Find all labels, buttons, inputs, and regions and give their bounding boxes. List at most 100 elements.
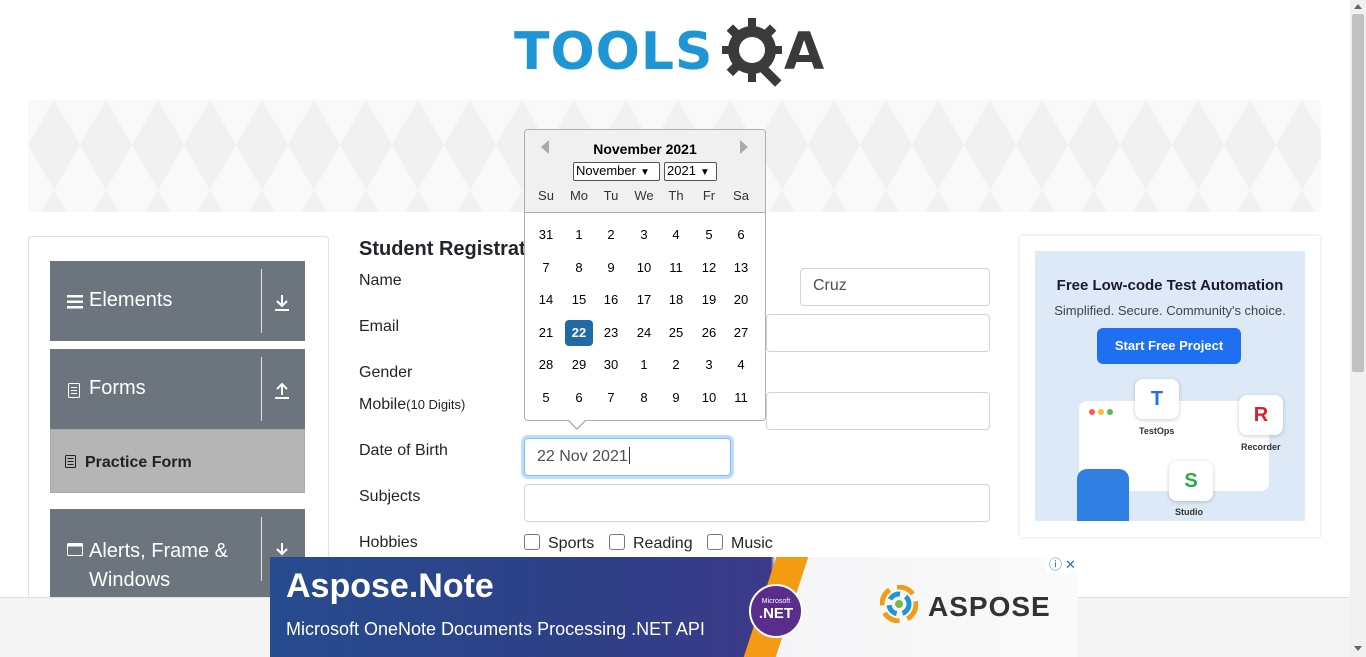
email-input[interactable] (766, 314, 990, 352)
checkbox[interactable] (707, 534, 723, 550)
calendar-day[interactable]: 1 (565, 222, 593, 248)
gender-label: Gender (359, 364, 413, 381)
subjects-input[interactable] (524, 484, 990, 522)
aspose-logo-icon (880, 585, 918, 623)
calendar-day[interactable]: 1 (630, 352, 658, 378)
mobile-hint: (10 Digits) (406, 397, 466, 412)
ad-aspose[interactable]: Aspose.Note Microsoft OneNote Documents … (270, 557, 1078, 657)
sidebar-group-elements[interactable]: Elements (50, 261, 305, 341)
mobile-label-text: Mobile (359, 396, 407, 413)
ad-choices[interactable]: ⓘ ✕ (1046, 557, 1078, 573)
form-icon (65, 455, 76, 468)
calendar-day[interactable]: 5 (532, 385, 560, 411)
calendar-day[interactable]: 9 (597, 255, 625, 281)
dot-icon (1098, 409, 1104, 415)
chevron-down-icon: ▼ (639, 167, 650, 178)
scroll-thumb[interactable] (1352, 14, 1364, 372)
hobby-sports[interactable]: Sports (524, 534, 594, 553)
calendar-day[interactable]: 16 (597, 287, 625, 313)
date-of-birth-input[interactable]: 22 Nov 2021 (524, 438, 731, 476)
sidebar-group-forms[interactable]: Forms (50, 349, 305, 429)
checkbox-label: Music (731, 535, 773, 552)
logo-text-tools: TOOLS (514, 22, 714, 82)
datepicker-current-month: November 2021 (593, 141, 697, 157)
calendar-day[interactable]: 22 (565, 320, 593, 346)
weekday-header: Su (538, 188, 554, 203)
calendar-day[interactable]: 10 (630, 255, 658, 281)
ad-katalon[interactable]: Free Low-code Test Automation Simplified… (1020, 236, 1320, 537)
hobby-music[interactable]: Music (707, 534, 773, 553)
calendar-day[interactable]: 9 (662, 385, 690, 411)
subjects-label: Subjects (359, 488, 421, 505)
toolsqa-logo[interactable]: TOOLS A (514, 14, 840, 92)
calendar-day[interactable]: 13 (727, 255, 755, 281)
calendar-day[interactable]: 5 (695, 222, 723, 248)
calendar-day[interactable]: 11 (727, 385, 755, 411)
calendar-day[interactable]: 3 (630, 222, 658, 248)
calendar-day[interactable]: 10 (695, 385, 723, 411)
calendar-day[interactable]: 7 (597, 385, 625, 411)
sidebar-group-label: Elements (89, 289, 173, 311)
calendar-day[interactable]: 15 (565, 287, 593, 313)
calendar-day[interactable]: 14 (532, 287, 560, 313)
calendar-day[interactable]: 8 (630, 385, 658, 411)
dot-icon (1089, 409, 1095, 415)
month-select[interactable]: November ▼ (573, 162, 660, 181)
calendar-day[interactable]: 25 (662, 320, 690, 346)
ad-content: Free Low-code Test Automation Simplified… (1035, 251, 1305, 521)
calendar-day[interactable]: 2 (662, 352, 690, 378)
sidebar-item-practice-form[interactable]: Practice Form (50, 429, 305, 493)
checkbox[interactable] (524, 534, 540, 550)
month-select-value: November (576, 163, 636, 178)
calendar-day[interactable]: 19 (695, 287, 723, 313)
calendar-day[interactable]: 18 (662, 287, 690, 313)
calendar-day[interactable]: 6 (565, 385, 593, 411)
calendar-day[interactable]: 24 (630, 320, 658, 346)
ad-subtitle: Microsoft OneNote Documents Processing .… (286, 619, 705, 639)
calendar-day[interactable]: 11 (662, 255, 690, 281)
ad-title: Aspose.Note (286, 567, 494, 605)
calendar-day[interactable]: 7 (532, 255, 560, 281)
calendar-day[interactable]: 29 (565, 352, 593, 378)
ad-start-button[interactable]: Start Free Project (1097, 328, 1241, 364)
dob-label: Date of Birth (359, 442, 448, 459)
year-select-value: 2021 (667, 163, 696, 178)
calendar-day[interactable]: 4 (662, 222, 690, 248)
calendar-day[interactable]: 30 (597, 352, 625, 378)
year-select[interactable]: 2021 ▼ (664, 162, 717, 181)
calendar-day[interactable]: 28 (532, 352, 560, 378)
date-of-birth-value: 22 Nov 2021 (537, 448, 628, 465)
calendar-day[interactable]: 21 (532, 320, 560, 346)
calendar-day[interactable]: 20 (727, 287, 755, 313)
close-icon[interactable]: ✕ (1065, 557, 1076, 573)
calendar-day[interactable]: 12 (695, 255, 723, 281)
last-name-input[interactable]: Cruz (800, 268, 990, 306)
name-label: Name (359, 272, 402, 289)
mobile-label: Mobile(10 Digits) (359, 396, 465, 414)
calendar-day[interactable]: 31 (532, 222, 560, 248)
hobby-reading[interactable]: Reading (609, 534, 693, 553)
calendar-day[interactable]: 8 (565, 255, 593, 281)
page-scrollbar[interactable] (1350, 0, 1366, 657)
weekday-header: Tu (603, 188, 619, 203)
calendar-day[interactable]: 17 (630, 287, 658, 313)
calendar-day[interactable]: 26 (695, 320, 723, 346)
weekday-header: We (634, 188, 654, 203)
ad-tagline: Simplified. Secure. Community's choice. (1054, 303, 1286, 318)
datepicker-popup: November 2021 November ▼ 2021 ▼ Su Mo Tu We Th… (524, 129, 766, 430)
ad-headline: Free Low-code Test Automation (1056, 277, 1284, 294)
scroll-up-icon[interactable] (1354, 4, 1362, 9)
ad-info-icon[interactable]: ⓘ (1049, 557, 1062, 573)
mobile-input[interactable] (766, 392, 990, 430)
calendar-day[interactable]: 6 (727, 222, 755, 248)
checkbox[interactable] (609, 534, 625, 550)
scroll-down-icon[interactable] (1354, 646, 1362, 651)
hobbies-label: Hobbies (359, 534, 418, 551)
calendar-day[interactable]: 3 (695, 352, 723, 378)
calendar-day[interactable]: 27 (727, 320, 755, 346)
calendar-day[interactable]: 2 (597, 222, 625, 248)
next-month-icon[interactable] (740, 140, 748, 154)
calendar-day[interactable]: 23 (597, 320, 625, 346)
popup-pointer (569, 420, 585, 428)
calendar-day[interactable]: 4 (727, 352, 755, 378)
